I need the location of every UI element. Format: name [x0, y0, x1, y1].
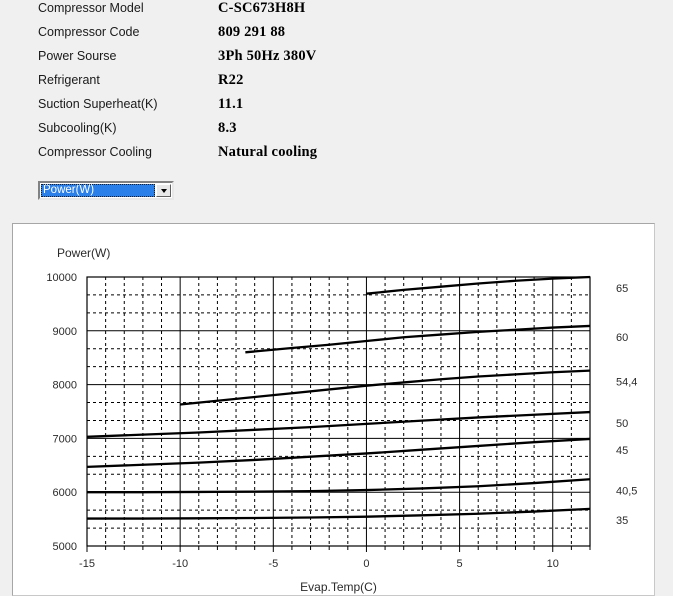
chart-plot-frame: [86, 276, 591, 547]
y-tick-label: 8000: [53, 380, 77, 392]
legend-label: 45: [616, 445, 628, 457]
chart-tick-marks: [86, 546, 591, 552]
spec-value: 8.3: [218, 120, 237, 136]
y-tick-label: 5000: [53, 541, 77, 553]
spec-label: Suction Superheat(K): [38, 97, 158, 111]
compressor-spec-table: Compressor Model C-SC673H8H Compressor Cod…: [0, 0, 673, 168]
parameter-select-dropdown[interactable]: Power(W): [38, 181, 174, 200]
x-tick-label: 5: [457, 558, 463, 570]
chart-gridlines: [87, 277, 591, 546]
chart-x-tick-labels: -15 -10 -5 0 5 10: [79, 558, 559, 570]
spec-label: Refrigerant: [38, 73, 100, 87]
spec-value: 11.1: [218, 96, 244, 112]
y-tick-label: 7000: [53, 433, 77, 445]
y-axis-title: Power(W): [57, 246, 110, 260]
power-vs-evap-temp-chart: 5000 6000 7000 8000 9000 10000 -15 -10 -5 0 5 10 Pow…: [46, 246, 637, 594]
spec-value: 809 291 88: [218, 24, 286, 40]
x-tick-label: -5: [268, 558, 278, 570]
chart-y-tick-labels: 5000 6000 7000 8000 9000 10000: [46, 272, 77, 553]
spec-row: Refrigerant R22: [0, 72, 673, 96]
x-axis-title: Evap.Temp(C): [300, 580, 377, 594]
spec-row: Subcooling(K) 8.3: [0, 120, 673, 144]
x-tick-label: 10: [547, 558, 559, 570]
legend-label: 65: [616, 283, 628, 295]
spec-value: 3Ph 50Hz 380V: [218, 48, 317, 64]
chevron-down-icon[interactable]: [156, 184, 171, 197]
x-tick-label: 0: [363, 558, 369, 570]
x-tick-label: -15: [79, 558, 95, 570]
spec-row: Compressor Code 809 291 88: [0, 24, 673, 48]
chart-legend: 65 60 54,4 50 45 40,5 35: [616, 283, 637, 527]
chart-line-50: [86, 410, 591, 438]
legend-label: 54,4: [616, 377, 637, 389]
y-tick-label: 9000: [53, 326, 77, 338]
chart-line-40-5: [87, 478, 591, 494]
legend-label: 40,5: [616, 485, 637, 497]
parameter-select-value[interactable]: Power(W): [41, 184, 155, 197]
spec-label: Compressor Code: [38, 25, 140, 39]
chart-line-45: [86, 437, 591, 469]
legend-label: 60: [616, 332, 628, 344]
y-tick-label: 10000: [46, 272, 77, 284]
y-tick-label: 6000: [53, 487, 77, 499]
chart-major-gridlines: [86, 276, 590, 547]
spec-label: Compressor Cooling: [38, 145, 152, 159]
spec-row: Compressor Model C-SC673H8H: [0, 0, 673, 24]
legend-label: 35: [616, 515, 628, 527]
spec-value: C-SC673H8H: [218, 0, 306, 16]
spec-label: Compressor Model: [38, 1, 144, 15]
spec-row: Compressor Cooling Natural cooling: [0, 144, 673, 168]
spec-value: R22: [218, 72, 244, 88]
x-tick-label: -10: [172, 558, 188, 570]
spec-value: Natural cooling: [218, 144, 318, 160]
spec-label: Power Sourse: [38, 49, 117, 63]
spec-label: Subcooling(K): [38, 121, 117, 135]
chart-panel: 5000 6000 7000 8000 9000 10000 -15 -10 -5 0 5 10 Pow…: [12, 223, 655, 596]
spec-row: Power Sourse 3Ph 50Hz 380V: [0, 48, 673, 72]
spec-row: Suction Superheat(K) 11.1: [0, 96, 673, 120]
legend-label: 50: [616, 418, 628, 430]
